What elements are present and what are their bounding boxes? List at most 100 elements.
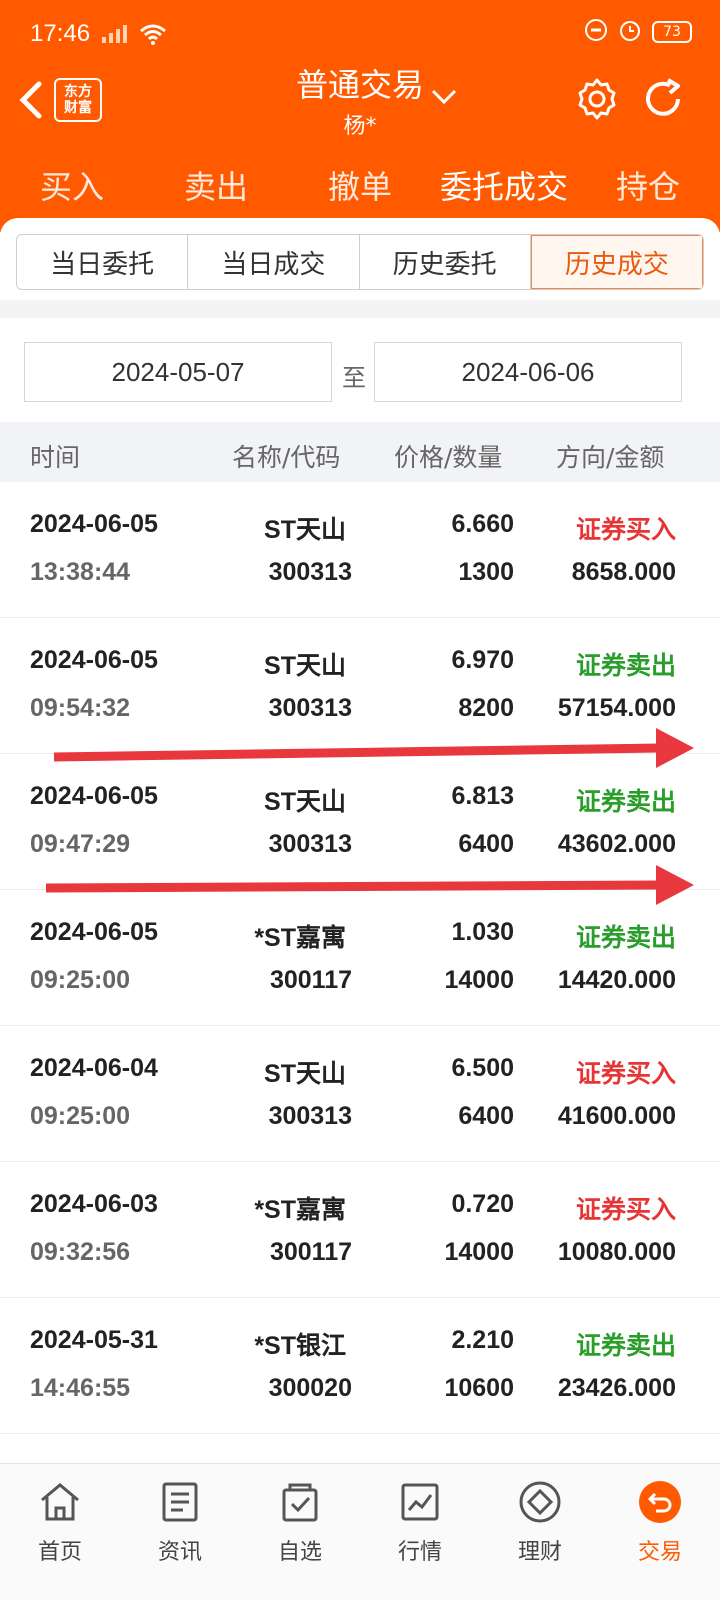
header-name-code: 名称/代码 xyxy=(232,443,341,472)
status-right-icons: 73 xyxy=(584,18,692,46)
trade-quantity: 14000 xyxy=(444,1238,514,1266)
trade-quantity: 10600 xyxy=(444,1374,514,1402)
trade-amount: 14420.000 xyxy=(557,966,676,994)
content-panel: 当日委托 当日成交 历史委托 历史成交 2024-05-07 至 2024-06… xyxy=(0,218,720,1474)
trade-quantity: 1300 xyxy=(458,558,514,586)
trade-direction: 证券买入 xyxy=(575,1059,676,1088)
stock-code: 300020 xyxy=(268,1374,352,1402)
trade-price: 2.210 xyxy=(451,1326,514,1354)
trade-date: 2024-06-03 xyxy=(30,1190,158,1218)
wealth-icon xyxy=(519,1481,561,1523)
trade-direction: 证券卖出 xyxy=(575,651,676,680)
trade-list: 2024-06-05 13:38:44 ST天山 300313 6.660 13… xyxy=(0,482,720,1474)
trade-icon xyxy=(639,1481,681,1523)
trade-quantity: 6400 xyxy=(458,1102,514,1130)
nav-watchlist[interactable]: 自选 xyxy=(240,1464,360,1600)
stock-name: *ST银江 xyxy=(254,1332,346,1360)
date-range: 2024-05-07 至 2024-06-06 xyxy=(0,318,720,422)
trade-date: 2024-05-31 xyxy=(30,1326,158,1354)
watchlist-icon xyxy=(282,1483,318,1522)
trade-date: 2024-06-05 xyxy=(30,646,158,674)
header-direction-amount: 方向/金额 xyxy=(556,443,665,472)
chart-icon xyxy=(401,1483,439,1521)
nav-label: 首页 xyxy=(37,1540,82,1565)
account-title[interactable]: 普通交易 杨* xyxy=(270,60,450,140)
trade-amount: 8658.000 xyxy=(571,558,676,586)
trade-price: 6.500 xyxy=(451,1054,514,1082)
signal-icon xyxy=(100,23,130,49)
stock-code: 300313 xyxy=(268,694,352,722)
trade-quantity: 8200 xyxy=(458,694,514,722)
trade-direction: 证券买入 xyxy=(575,1195,676,1224)
nav-label: 理财 xyxy=(517,1540,562,1565)
trade-direction: 证券卖出 xyxy=(575,1331,676,1360)
sub-tabs: 当日委托 当日成交 历史委托 历史成交 xyxy=(16,234,704,290)
subtab-today-orders[interactable]: 当日委托 xyxy=(17,235,189,289)
table-row[interactable]: 2024-06-05 09:47:29 ST天山 300313 6.813 64… xyxy=(0,754,720,890)
table-row[interactable]: 2024-05-31 14:46:55 *ST银江 300020 2.210 1… xyxy=(0,1298,720,1434)
account-name: 杨* xyxy=(343,114,377,139)
nav-label: 资讯 xyxy=(157,1540,202,1565)
trade-date: 2024-06-05 xyxy=(30,918,158,946)
trade-amount: 10080.000 xyxy=(557,1238,676,1266)
trade-price: 6.813 xyxy=(451,782,514,810)
nav-label: 交易 xyxy=(637,1540,682,1565)
status-time: 17:46 xyxy=(30,20,91,47)
chevron-left-icon xyxy=(19,81,42,119)
stock-name: *ST嘉寓 xyxy=(254,1196,346,1224)
trade-time: 09:47:29 xyxy=(30,830,131,858)
refresh-button[interactable] xyxy=(640,76,686,122)
table-row[interactable]: 2024-06-05 09:25:00 *ST嘉寓 300117 1.030 1… xyxy=(0,890,720,1026)
page-title: 普通交易 xyxy=(295,66,424,104)
stock-name: ST天山 xyxy=(264,788,346,816)
gear-icon xyxy=(578,78,616,120)
stock-name: ST天山 xyxy=(264,652,346,680)
trade-time: 09:32:56 xyxy=(30,1238,131,1266)
table-header: 时间 名称/代码 价格/数量 方向/金额 xyxy=(0,422,720,482)
subtab-today-trades[interactable]: 当日成交 xyxy=(188,235,360,289)
trade-direction: 证券卖出 xyxy=(575,787,676,816)
news-icon xyxy=(162,1482,198,1522)
trade-amount: 41600.000 xyxy=(557,1102,676,1130)
stock-code: 300313 xyxy=(268,830,352,858)
refresh-icon xyxy=(646,78,680,116)
trade-time: 09:25:00 xyxy=(30,1102,131,1130)
stock-name: ST天山 xyxy=(264,1060,346,1088)
trade-price: 1.030 xyxy=(451,918,514,946)
end-date-field[interactable]: 2024-06-06 xyxy=(374,342,682,402)
subtab-history-orders[interactable]: 历史委托 xyxy=(359,235,531,289)
trade-time: 09:54:32 xyxy=(30,694,131,722)
stock-name: ST天山 xyxy=(264,516,346,544)
subtab-history-trades[interactable]: 历史成交 xyxy=(530,235,703,289)
settings-button[interactable] xyxy=(574,76,620,122)
nav-label: 行情 xyxy=(397,1540,442,1565)
nav-trade[interactable]: 交易 xyxy=(600,1464,720,1600)
back-button[interactable] xyxy=(12,78,48,122)
table-row[interactable]: 2024-06-05 09:54:32 ST天山 300313 6.970 82… xyxy=(0,618,720,754)
battery-indicator: 73 xyxy=(652,21,692,43)
nav-market[interactable]: 行情 xyxy=(360,1464,480,1600)
chevron-down-icon[interactable] xyxy=(430,88,458,106)
home-icon xyxy=(41,1483,79,1521)
alarm-icon xyxy=(618,18,642,46)
trade-amount: 57154.000 xyxy=(557,694,676,722)
table-row[interactable]: 2024-06-05 13:38:44 ST天山 300313 6.660 13… xyxy=(0,482,720,618)
logo-line2: 财富 xyxy=(64,100,92,116)
nav-wealth[interactable]: 理财 xyxy=(480,1464,600,1600)
header-time: 时间 xyxy=(30,443,81,472)
trade-quantity: 6400 xyxy=(458,830,514,858)
nav-news[interactable]: 资讯 xyxy=(120,1464,240,1600)
table-row[interactable]: 2024-06-04 09:25:00 ST天山 300313 6.500 64… xyxy=(0,1026,720,1162)
start-date-field[interactable]: 2024-05-07 xyxy=(24,342,332,402)
trade-amount: 23426.000 xyxy=(557,1374,676,1402)
table-row[interactable]: 2024-06-03 09:32:56 *ST嘉寓 300117 0.720 1… xyxy=(0,1162,720,1298)
logo-line1: 东方 xyxy=(64,84,92,100)
bottom-nav: 首页 资讯 自选 行情 理财 交易 xyxy=(0,1463,720,1600)
mute-icon xyxy=(584,18,608,46)
nav-home[interactable]: 首页 xyxy=(0,1464,120,1600)
header: 17:46 73 东方 财富 普通交易 杨* 买入 卖出 撤单 委托成交 持仓 xyxy=(0,0,720,232)
trade-price: 6.970 xyxy=(451,646,514,674)
trade-time: 14:46:55 xyxy=(30,1374,131,1402)
date-separator: 至 xyxy=(342,364,366,392)
status-bar: 17:46 73 xyxy=(0,0,720,68)
